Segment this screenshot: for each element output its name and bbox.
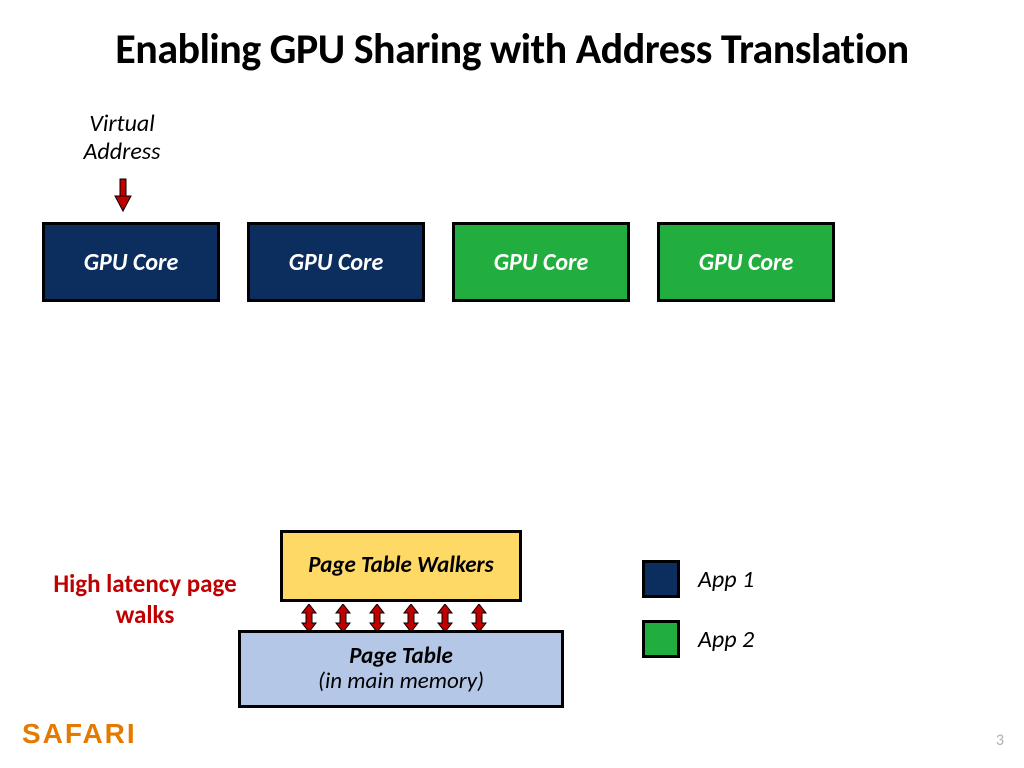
slide-title: Enabling GPU Sharing with Address Transl…	[0, 24, 1024, 75]
down-arrow-icon	[113, 178, 133, 214]
high-latency-note: High latency page walks	[40, 568, 250, 631]
gpu-cores-row: GPU Core GPU Core GPU Core GPU Core	[42, 222, 835, 302]
page-table-walkers-box: Page Table Walkers	[280, 530, 522, 602]
double-arrow-icon	[300, 604, 318, 632]
legend-swatch-app1	[642, 560, 680, 598]
gpu-core-4: GPU Core	[657, 222, 835, 302]
slide: Enabling GPU Sharing with Address Transl…	[0, 0, 1024, 768]
brand-logo: SAFARI	[22, 718, 137, 750]
legend-label-app1: App 1	[698, 565, 754, 594]
double-arrow-icon	[368, 604, 386, 632]
gpu-core-3: GPU Core	[452, 222, 630, 302]
page-table-title: Page Table	[349, 644, 453, 669]
legend-row-app2: App 2	[642, 620, 754, 658]
page-table-subtitle: (in main memory)	[318, 669, 484, 694]
legend-label-app2: App 2	[698, 625, 754, 654]
double-arrow-icon	[402, 604, 420, 632]
page-number: 3	[996, 731, 1004, 750]
double-arrows-row	[300, 604, 488, 632]
legend: App 1 App 2	[642, 560, 754, 680]
virtual-address-label: Virtual Address	[72, 110, 172, 165]
legend-row-app1: App 1	[642, 560, 754, 598]
gpu-core-1: GPU Core	[42, 222, 220, 302]
double-arrow-icon	[470, 604, 488, 632]
legend-swatch-app2	[642, 620, 680, 658]
double-arrow-icon	[334, 604, 352, 632]
page-table-box: Page Table (in main memory)	[238, 630, 564, 708]
double-arrow-icon	[436, 604, 454, 632]
gpu-core-2: GPU Core	[247, 222, 425, 302]
